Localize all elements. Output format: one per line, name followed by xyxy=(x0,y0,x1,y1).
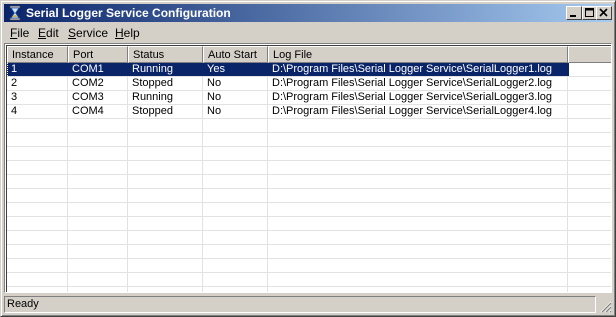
row-gridline xyxy=(7,132,611,133)
hourglass-app-icon xyxy=(9,5,21,21)
table-row[interactable]: 1 COM1 Running Yes D:\Program Files\Seri… xyxy=(7,63,569,76)
status-bar: Ready xyxy=(4,296,612,313)
column-header-status[interactable]: Status xyxy=(128,46,203,63)
column-header-port[interactable]: Port xyxy=(68,46,128,63)
table-row[interactable]: 4 COM4 Stopped No D:\Program Files\Seria… xyxy=(7,105,569,118)
cell-port: COM4 xyxy=(72,105,104,117)
cell-auto-start: Yes xyxy=(207,63,225,75)
row-gridline xyxy=(7,160,611,161)
row-gridline xyxy=(7,188,611,189)
row-gridline xyxy=(7,146,611,147)
cell-port: COM3 xyxy=(72,91,104,103)
cell-auto-start: No xyxy=(207,105,222,117)
status-text: Ready xyxy=(4,296,596,313)
column-header-filler xyxy=(568,46,611,63)
cell-status: Running xyxy=(132,63,173,75)
column-header-auto-start[interactable]: Auto Start xyxy=(203,46,268,63)
cell-instance: 4 xyxy=(11,105,18,117)
minimize-icon xyxy=(570,15,576,17)
table-row[interactable]: 3 COM3 Running No D:\Program Files\Seria… xyxy=(7,91,569,104)
column-header-log-file[interactable]: Log File xyxy=(268,46,568,63)
row-gridline xyxy=(7,258,611,259)
close-button[interactable] xyxy=(596,6,612,20)
cell-instance: 3 xyxy=(11,91,18,103)
cell-status: Stopped xyxy=(132,105,173,117)
maximize-icon xyxy=(585,8,594,17)
minimize-button[interactable] xyxy=(566,6,582,20)
cell-log-file: D:\Program Files\Serial Logger Service\S… xyxy=(272,63,553,75)
cell-auto-start: No xyxy=(207,91,222,103)
cell-instance: 1 xyxy=(11,63,18,75)
row-gridline xyxy=(7,202,611,203)
row-gridline xyxy=(7,244,611,245)
cell-status: Stopped xyxy=(132,77,173,89)
list-header: Instance Port Status Auto Start Log File xyxy=(7,46,611,63)
cell-instance: 2 xyxy=(11,77,18,89)
cell-auto-start: No xyxy=(207,77,222,89)
cell-log-file: D:\Program Files\Serial Logger Service\S… xyxy=(272,91,553,103)
row-gridline xyxy=(7,216,611,217)
cell-port: COM2 xyxy=(72,77,104,89)
menu-service[interactable]: Service xyxy=(68,26,108,40)
cell-log-file: D:\Program Files\Serial Logger Service\S… xyxy=(272,77,553,89)
row-gridline xyxy=(7,272,611,273)
row-gridline xyxy=(7,118,611,119)
menu-file[interactable]: File xyxy=(10,26,29,40)
row-gridline xyxy=(7,286,611,287)
list-rows: 1 COM1 Running Yes D:\Program Files\Seri… xyxy=(7,63,611,292)
menu-help[interactable]: Help xyxy=(115,26,140,40)
table-row[interactable]: 2 COM2 Stopped No D:\Program Files\Seria… xyxy=(7,77,569,90)
row-gridline xyxy=(7,174,611,175)
menu-bar: File Edit Service Help xyxy=(4,24,612,42)
close-icon xyxy=(599,8,608,17)
cell-port: COM1 xyxy=(72,63,104,75)
menu-edit[interactable]: Edit xyxy=(38,26,59,40)
cell-log-file: D:\Program Files\Serial Logger Service\S… xyxy=(272,105,553,117)
cell-status: Running xyxy=(132,91,173,103)
main-window: Serial Logger Service Configuration File… xyxy=(0,0,616,317)
row-gridline xyxy=(7,230,611,231)
title-bar[interactable]: Serial Logger Service Configuration xyxy=(4,4,612,22)
window-title: Serial Logger Service Configuration xyxy=(26,6,231,20)
column-header-instance[interactable]: Instance xyxy=(7,46,68,63)
resize-grip-icon[interactable] xyxy=(598,299,612,313)
instances-list-view[interactable]: Instance Port Status Auto Start Log File… xyxy=(4,43,612,293)
